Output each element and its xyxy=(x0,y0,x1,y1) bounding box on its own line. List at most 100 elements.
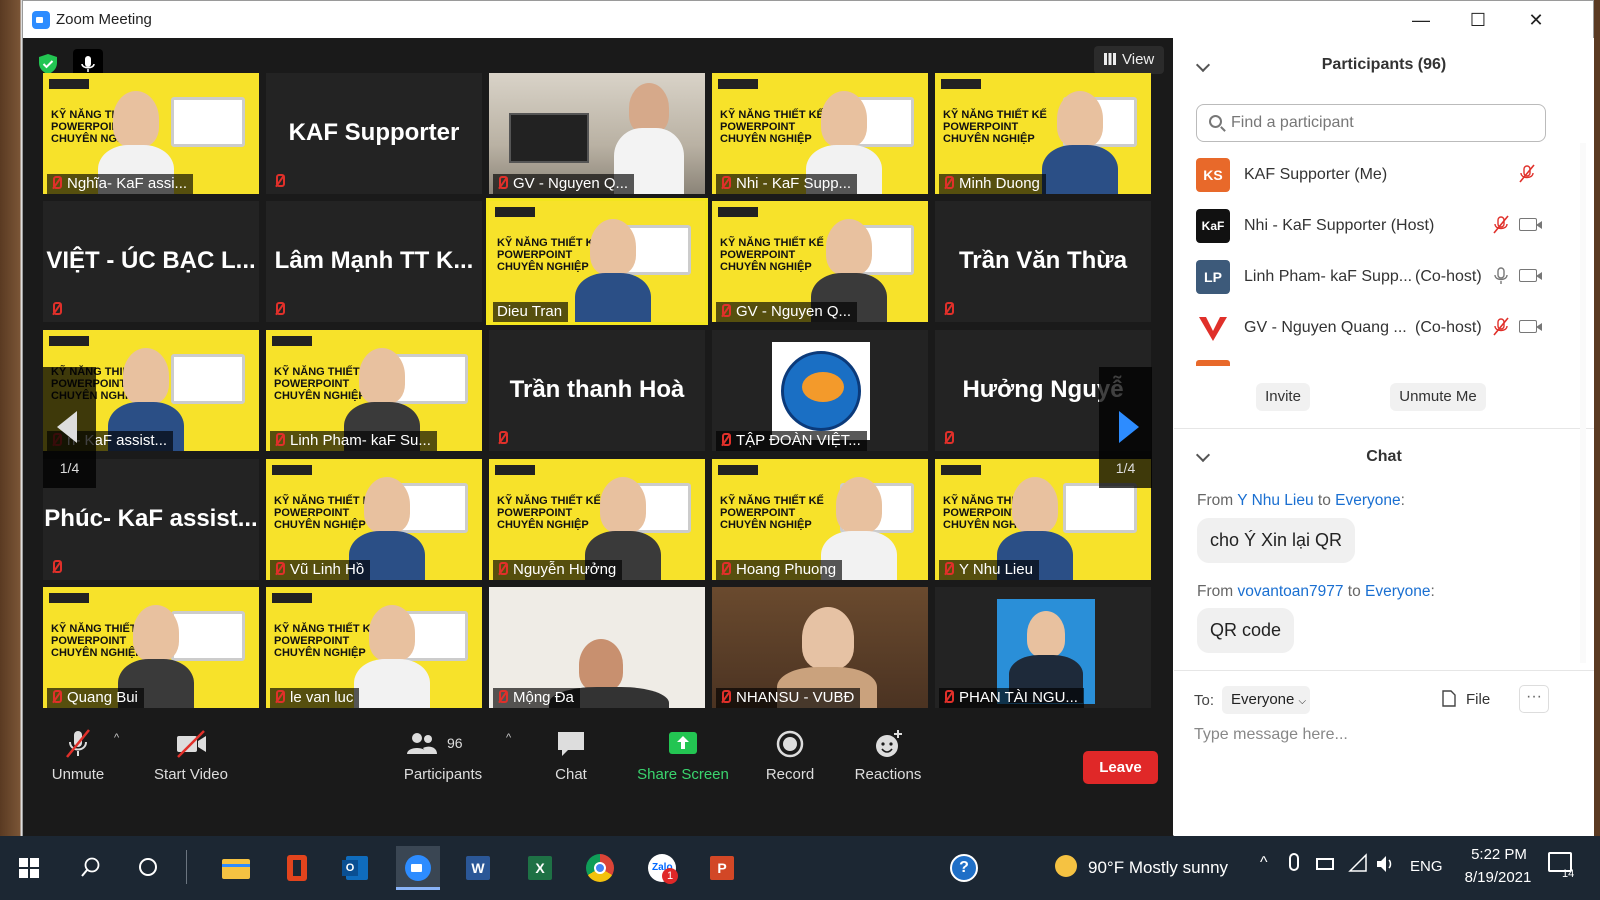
next-page-button[interactable]: 1/4 xyxy=(1099,367,1152,488)
recipient-link[interactable]: Everyone xyxy=(1365,583,1430,600)
invite-button[interactable]: Invite xyxy=(1256,383,1310,411)
video-tile[interactable]: KAF Supporter xyxy=(266,73,482,194)
close-button[interactable]: ✕ xyxy=(1513,5,1559,35)
minimize-button[interactable]: — xyxy=(1398,5,1444,35)
file-button[interactable]: File xyxy=(1442,690,1490,708)
show-hidden-icons-icon[interactable]: ^ xyxy=(1260,854,1268,872)
participant-row[interactable]: KaF Nhi - KaF Supporter (Host) xyxy=(1196,201,1556,252)
arrow-right-icon xyxy=(1119,411,1139,443)
message-input[interactable]: Type message here... xyxy=(1194,726,1348,744)
zalo-icon[interactable]: Zalo 1 xyxy=(640,846,684,890)
maximize-button[interactable]: ☐ xyxy=(1455,5,1501,35)
muted-mic-icon xyxy=(274,302,285,316)
participant-row[interactable]: KS KAF Supporter (Me) xyxy=(1196,150,1556,201)
video-tile[interactable]: KỸ NĂNG THIẾT KẾ POWERPOINT CHUYÊN NGHIỆP G… xyxy=(712,201,928,322)
prev-page-button[interactable]: 1/4 xyxy=(43,367,96,488)
video-tile[interactable]: KỸ NĂNG THIẾT KẾ POWERPOINT CHUYÊN NGHIỆP D… xyxy=(486,198,708,325)
share-screen-button[interactable]: Share Screen xyxy=(623,728,743,783)
participant-row[interactable]: GV - Nguyen Quang ... (Co-host) xyxy=(1196,303,1556,354)
participants-button[interactable]: 96 Participants xyxy=(393,728,493,783)
video-tile[interactable]: KỸ NĂNG THIẾT KẾ POWERPOINT CHUYÊN NGHIỆP H… xyxy=(712,459,928,580)
video-tile[interactable]: KỸ NĂNG THIẾT KẾ POWERPOINT CHUYÊN NGHIỆP N… xyxy=(489,459,705,580)
muted-mic-icon[interactable] xyxy=(1492,317,1510,342)
video-tile[interactable]: KỸ NĂNG THIẾT KẾ POWERPOINT CHUYÊN NGHIỆP Q… xyxy=(43,587,259,708)
reactions-button[interactable]: Reactions xyxy=(838,728,938,783)
video-tile[interactable]: KỸ NĂNG THIẾT KẾ POWERPOINT CHUYÊN NGHIỆP V… xyxy=(266,459,482,580)
video-tile[interactable]: KỸ NĂNG THIẾT KẾ POWERPOINT CHUYÊN NGHIỆP l… xyxy=(266,587,482,708)
wifi-icon[interactable] xyxy=(1348,853,1368,873)
muted-mic-icon xyxy=(51,176,62,190)
find-participant-input[interactable]: Find a participant xyxy=(1196,104,1546,142)
video-tile[interactable]: Trần thanh Hoà xyxy=(489,330,705,451)
video-tile[interactable]: Lâm Mạnh TT K... xyxy=(266,201,482,322)
recipient-link[interactable]: Everyone xyxy=(1335,492,1400,509)
participant-face xyxy=(826,219,872,275)
muted-mic-icon xyxy=(943,690,954,704)
mic-icon[interactable] xyxy=(1492,266,1510,291)
video-tile[interactable]: PHAN TÀI NGU... xyxy=(935,587,1151,708)
clock-time[interactable]: 5:22 PM xyxy=(1464,846,1534,863)
more-options-button[interactable]: ··· xyxy=(1519,685,1549,713)
sender-link[interactable]: Y Nhu Lieu xyxy=(1237,492,1313,509)
participant-row[interactable]: LP Linh Pham- kaF Supp... (Co-host) xyxy=(1196,252,1556,303)
shield-icon[interactable] xyxy=(37,53,59,75)
chat-button[interactable]: Chat xyxy=(521,728,621,783)
windows-start-icon[interactable] xyxy=(19,858,39,878)
chat-input-divider xyxy=(1174,670,1594,671)
sender-link[interactable]: vovantoan7977 xyxy=(1237,583,1343,600)
muted-mic-icon xyxy=(943,302,954,316)
muted-mic-icon[interactable] xyxy=(1492,215,1510,240)
panel-scrollbar[interactable] xyxy=(1580,143,1586,663)
participants-options-caret-icon[interactable]: ^ xyxy=(506,732,511,744)
microphone-tray-icon[interactable] xyxy=(1289,853,1299,871)
battery-icon[interactable] xyxy=(1316,858,1334,870)
participant-name-display: Lâm Mạnh TT K... xyxy=(274,247,474,274)
help-icon[interactable]: ? xyxy=(950,854,978,882)
unmute-button[interactable]: Unmute xyxy=(28,728,128,783)
participant-name-label: Nguyễn Hưởng xyxy=(493,560,623,580)
muted-mic-icon xyxy=(274,433,285,447)
video-tile[interactable]: Mộng Đa xyxy=(489,587,705,708)
recipient-select[interactable]: Everyone ⌵ xyxy=(1222,686,1310,714)
video-tile[interactable]: KỸ NĂNG THIẾT KẾ POWERPOINT CHUYÊN NGHIỆP N… xyxy=(712,73,928,194)
word-icon[interactable]: W xyxy=(456,846,500,890)
video-tile[interactable]: GV - Nguyen Q... xyxy=(489,73,705,194)
video-off-icon[interactable] xyxy=(1519,269,1542,282)
weather-text[interactable]: 90°F Mostly sunny xyxy=(1088,858,1228,878)
video-tile[interactable]: Trần Văn Thừa xyxy=(935,201,1151,322)
view-button[interactable]: View xyxy=(1094,46,1164,74)
video-tile[interactable]: NHANSU - VUBĐ xyxy=(712,587,928,708)
record-button[interactable]: Record xyxy=(740,728,840,783)
outlook-icon[interactable]: O xyxy=(336,846,380,890)
chat-label: Chat xyxy=(555,766,587,783)
chrome-icon[interactable] xyxy=(578,846,622,890)
muted-mic-icon xyxy=(720,690,731,704)
search-icon[interactable] xyxy=(80,856,102,878)
clock-date[interactable]: 8/19/2021 xyxy=(1458,869,1538,886)
file-explorer-icon[interactable] xyxy=(214,846,258,890)
participant-name-label: GV - Nguyen Q... xyxy=(493,174,635,194)
office-icon[interactable] xyxy=(275,846,319,890)
powerpoint-icon[interactable]: P xyxy=(700,846,744,890)
excel-icon[interactable]: X xyxy=(518,846,562,890)
cortana-icon[interactable] xyxy=(138,857,158,877)
participant-name-label: Hoang Phuong xyxy=(716,560,843,580)
leave-button[interactable]: Leave xyxy=(1083,751,1158,784)
video-tile[interactable]: VIỆT - ÚC BẠC L... xyxy=(43,201,259,322)
participant-name: GV - Nguyen Quang ... xyxy=(1244,319,1407,336)
participant-name-label: GV - Nguyen Q... xyxy=(716,302,858,322)
video-tile[interactable]: TẬP ĐOÀN VIỆT... xyxy=(712,330,928,451)
unmute-me-button[interactable]: Unmute Me xyxy=(1390,383,1486,411)
start-video-button[interactable]: Start Video xyxy=(141,728,241,783)
volume-icon[interactable] xyxy=(1376,855,1396,873)
audio-options-caret-icon[interactable]: ^ xyxy=(114,732,119,744)
video-tile[interactable]: KỸ NĂNG THIẾT KẾ POWERPOINT CHUYÊN NGHIỆP M… xyxy=(935,73,1151,194)
video-off-icon[interactable] xyxy=(1519,320,1542,333)
video-tile[interactable]: KỸ NĂNG THIẾT KẾ POWERPOINT CHUYÊN NGHIỆP N… xyxy=(43,73,259,194)
video-tile[interactable]: KỸ NĂNG THIẾT KẾ POWERPOINT CHUYÊN NGHIỆP L… xyxy=(266,330,482,451)
zoom-taskbar-icon[interactable] xyxy=(396,846,440,890)
video-off-icon[interactable] xyxy=(1519,218,1542,231)
language-indicator[interactable]: ENG xyxy=(1410,858,1443,875)
muted-mic-icon[interactable] xyxy=(1518,164,1536,189)
message-header: From vovantoan7977 to Everyone: xyxy=(1197,583,1435,600)
